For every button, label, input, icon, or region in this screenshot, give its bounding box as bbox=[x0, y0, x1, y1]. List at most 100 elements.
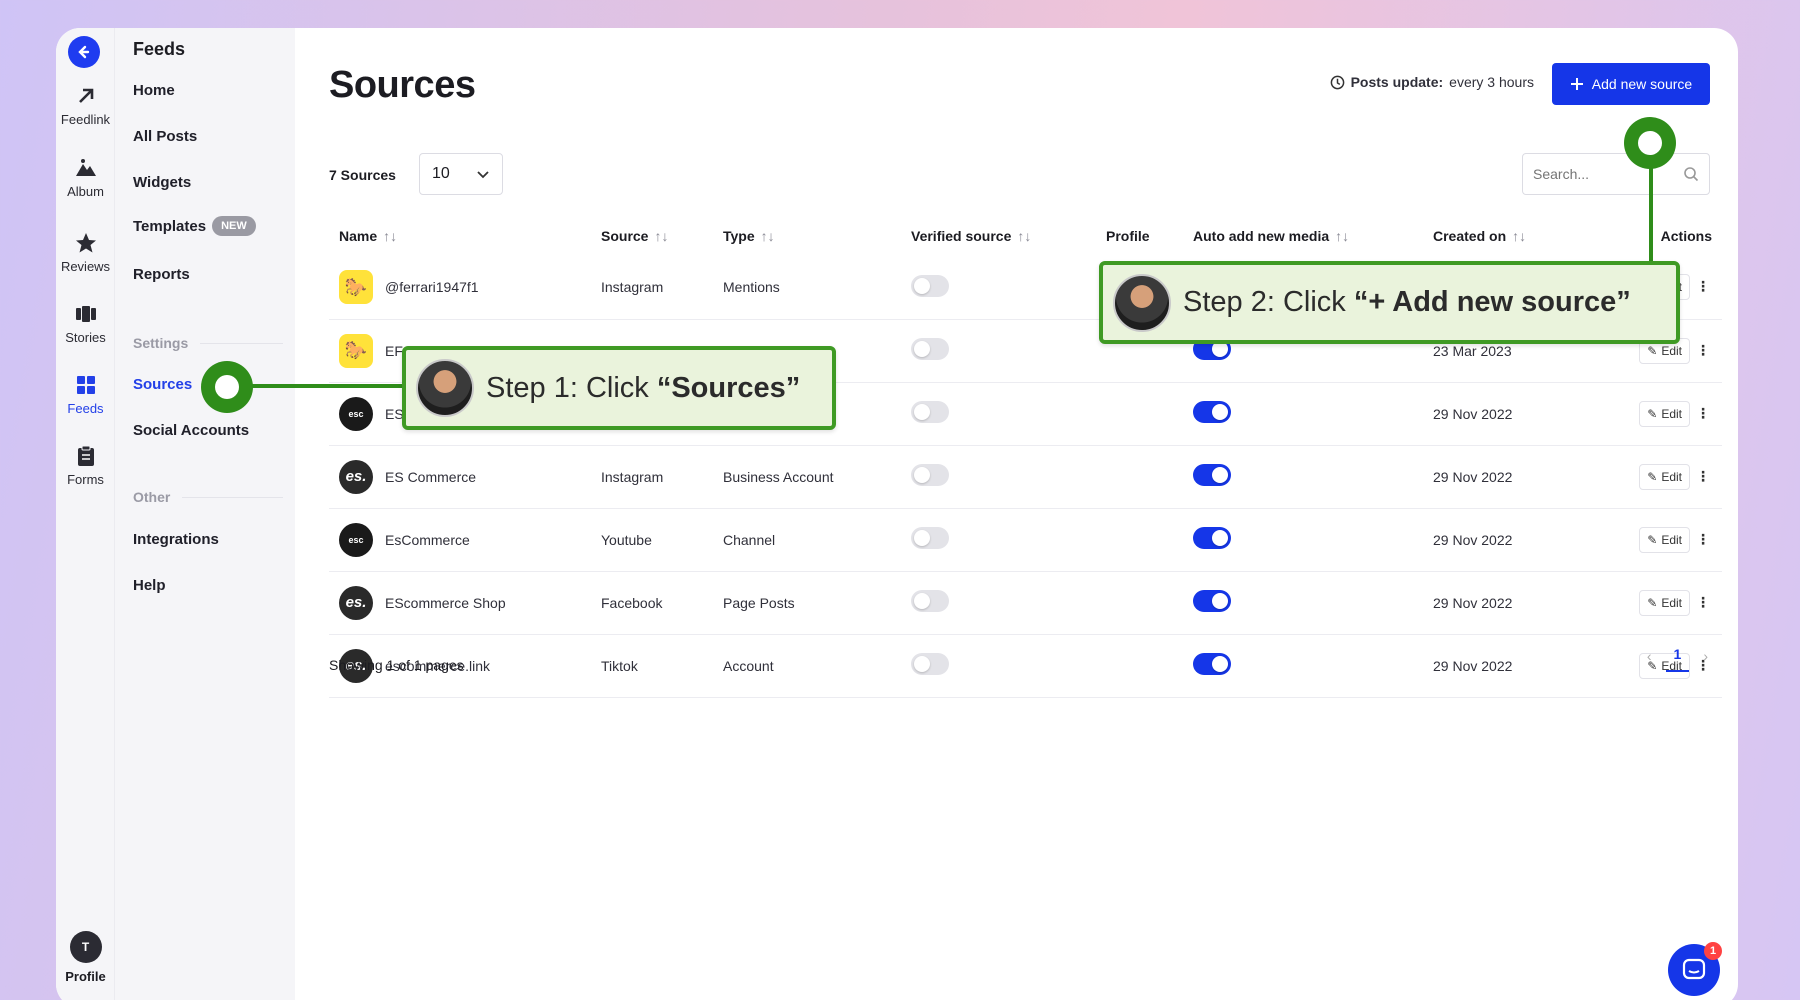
verified-toggle[interactable] bbox=[911, 464, 949, 486]
column-header-source[interactable]: Source ↑↓ bbox=[591, 216, 713, 256]
more-options-icon[interactable]: ⋮ bbox=[1694, 278, 1712, 295]
cell-type: Page Posts bbox=[713, 571, 901, 635]
stories-icon bbox=[75, 306, 96, 322]
table-row: es. escommerce.link Tiktok Account 29 No… bbox=[329, 634, 1722, 698]
rail-label: Feedlink bbox=[60, 112, 111, 127]
page-title: Sources bbox=[329, 64, 476, 106]
more-options-icon[interactable]: ⋮ bbox=[1694, 342, 1712, 359]
header-label: Name bbox=[339, 228, 378, 244]
table-header-row: Name ↑↓ Source ↑↓ Type ↑↓ Verified source ↑↓… bbox=[329, 216, 1722, 256]
step-text: Step 2: Click “+ Add new source” bbox=[1183, 286, 1631, 319]
step-target: “+ Add new source” bbox=[1353, 286, 1631, 318]
header-label: Verified source bbox=[911, 228, 1012, 244]
source-avatar: esc bbox=[339, 396, 373, 431]
cell-actions: ✎Edit⋮ bbox=[1603, 508, 1722, 572]
edit-button[interactable]: ✎Edit bbox=[1639, 589, 1690, 616]
sidebar-item-home[interactable]: Home bbox=[133, 82, 175, 99]
column-header-profile: Profile bbox=[1096, 216, 1183, 256]
column-header-name[interactable]: Name ↑↓ bbox=[329, 216, 591, 256]
column-header-type[interactable]: Type ↑↓ bbox=[713, 216, 901, 256]
cell-auto-add bbox=[1183, 445, 1423, 509]
rail-item-forms[interactable]: Forms bbox=[56, 444, 115, 487]
chevron-down-icon bbox=[477, 171, 489, 179]
cell-profile bbox=[1096, 571, 1183, 635]
source-avatar: es. bbox=[339, 459, 373, 494]
cell-verified bbox=[901, 319, 1096, 383]
sort-icon: ↑↓ bbox=[760, 228, 775, 244]
cell-source: Instagram bbox=[591, 445, 713, 509]
column-header-created[interactable]: Created on ↑↓ bbox=[1423, 216, 1603, 256]
sort-icon: ↑↓ bbox=[1335, 228, 1350, 244]
source-name: @ferrari1947f1 bbox=[385, 279, 479, 296]
verified-toggle[interactable] bbox=[911, 338, 949, 360]
cell-created: 29 Nov 2022 bbox=[1423, 634, 1603, 698]
more-options-icon[interactable]: ⋮ bbox=[1694, 594, 1712, 611]
page-number[interactable]: 1 bbox=[1665, 640, 1690, 672]
cell-created: 29 Nov 2022 bbox=[1423, 571, 1603, 635]
sidebar-item-reports[interactable]: Reports bbox=[133, 266, 190, 283]
sources-count: 7 Sources bbox=[329, 167, 396, 183]
per-page-value: 10 bbox=[432, 165, 450, 182]
next-page-icon[interactable]: › bbox=[1703, 648, 1708, 664]
annotation-marker-sources bbox=[201, 361, 253, 413]
cell-source: Facebook bbox=[591, 571, 713, 635]
annotation-connector-1 bbox=[246, 384, 406, 388]
rail-item-feedlink[interactable]: Feedlink bbox=[56, 84, 115, 127]
rail-item-reviews[interactable]: Reviews bbox=[56, 231, 115, 274]
sidebar-item-integrations[interactable]: Integrations bbox=[133, 531, 219, 548]
cell-type: Account bbox=[713, 634, 901, 698]
sidebar-item-help[interactable]: Help bbox=[133, 577, 166, 594]
cell-profile bbox=[1096, 508, 1183, 572]
add-new-source-button[interactable]: Add new source bbox=[1552, 63, 1710, 105]
search-icon[interactable] bbox=[1683, 166, 1699, 182]
column-header-actions: Actions bbox=[1603, 216, 1722, 256]
verified-toggle[interactable] bbox=[911, 274, 949, 297]
auto-add-toggle[interactable] bbox=[1193, 527, 1231, 549]
edit-label: Edit bbox=[1661, 595, 1682, 610]
section-heading: Settings bbox=[133, 335, 189, 351]
cell-created: 29 Nov 2022 bbox=[1423, 508, 1603, 572]
cell-source: Youtube bbox=[591, 508, 713, 572]
auto-add-toggle[interactable] bbox=[1193, 401, 1231, 423]
sidebar-item-sources[interactable]: Sources bbox=[133, 376, 192, 393]
pagination: ‹ 1 › bbox=[1647, 640, 1708, 672]
pagination-summary: Showing 1 of 1 pages bbox=[329, 657, 464, 673]
per-page-select[interactable]: 10 bbox=[419, 153, 503, 195]
sidebar-section-settings: Settings bbox=[133, 335, 283, 351]
column-header-verified[interactable]: Verified source ↑↓ bbox=[901, 216, 1096, 256]
chat-launcher-button[interactable]: 1 bbox=[1668, 942, 1722, 996]
edit-button[interactable]: ✎Edit bbox=[1639, 463, 1690, 490]
more-options-icon[interactable]: ⋮ bbox=[1694, 531, 1712, 548]
column-header-auto-add[interactable]: Auto add new media ↑↓ bbox=[1183, 216, 1423, 256]
source-name: EF bbox=[385, 342, 403, 359]
verified-toggle[interactable] bbox=[911, 401, 949, 423]
sidebar-item-all-posts[interactable]: All Posts bbox=[133, 128, 197, 145]
cell-profile bbox=[1096, 634, 1183, 698]
auto-add-toggle[interactable] bbox=[1193, 464, 1231, 486]
rail-item-stories[interactable]: Stories bbox=[56, 302, 115, 345]
rail-item-feeds[interactable]: Feeds bbox=[56, 373, 115, 416]
mountain-icon bbox=[75, 159, 96, 176]
grid-icon bbox=[76, 376, 95, 394]
more-options-icon[interactable]: ⋮ bbox=[1694, 405, 1712, 422]
app-logo-icon[interactable] bbox=[68, 36, 100, 68]
more-options-icon[interactable]: ⋮ bbox=[1694, 468, 1712, 485]
plus-icon bbox=[1570, 78, 1583, 90]
sidebar-item-templates[interactable]: Templates NEW bbox=[133, 216, 256, 236]
cell-profile bbox=[1096, 382, 1183, 446]
auto-add-toggle[interactable] bbox=[1193, 590, 1231, 612]
auto-add-toggle[interactable] bbox=[1193, 653, 1231, 675]
edit-button[interactable]: ✎Edit bbox=[1639, 400, 1690, 427]
cell-actions: ✎Edit⋮ bbox=[1603, 382, 1722, 446]
verified-toggle[interactable] bbox=[911, 653, 949, 675]
sidebar-item-social-accounts[interactable]: Social Accounts bbox=[133, 422, 249, 439]
rail-label: Reviews bbox=[60, 259, 111, 274]
verified-toggle[interactable] bbox=[911, 590, 949, 612]
edit-button[interactable]: ✎Edit bbox=[1639, 526, 1690, 553]
verified-toggle[interactable] bbox=[911, 527, 949, 549]
sidebar-item-widgets[interactable]: Widgets bbox=[133, 174, 191, 191]
cell-auto-add bbox=[1183, 634, 1423, 698]
prev-page-icon[interactable]: ‹ bbox=[1647, 648, 1652, 664]
rail-profile[interactable]: T Profile bbox=[56, 931, 115, 984]
rail-item-album[interactable]: Album bbox=[56, 156, 115, 199]
